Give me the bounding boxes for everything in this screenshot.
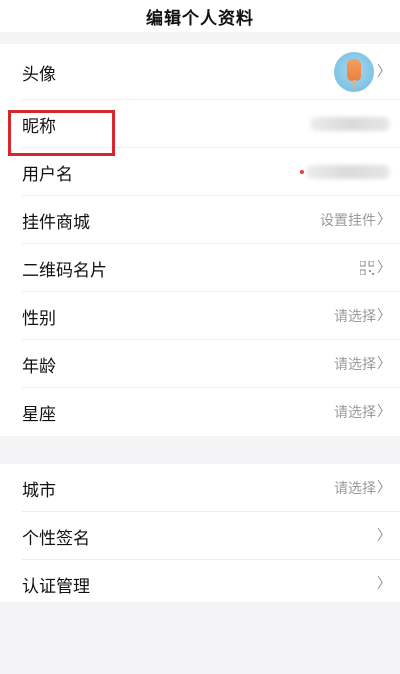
avatar-stick [353,80,356,89]
page-title: 编辑个人资料 [146,8,254,29]
chevron-right-icon: 〉 [377,212,391,228]
username-label: 用户名 [22,164,73,185]
gender-row[interactable]: 性别 请选择 〉 [0,292,400,340]
age-value: 请选择 [334,357,376,373]
section-gap [0,32,400,44]
nickname-label: 昵称 [22,116,56,137]
nickname-row[interactable]: 昵称 [0,100,400,148]
red-dot [300,170,304,174]
username-value-blurred [306,165,390,179]
qr-card-label: 二维码名片 [22,260,107,281]
pendant-store-value: 设置挂件 [320,213,376,229]
qr-card-row[interactable]: 二维码名片 〉 [0,244,400,292]
signature-label: 个性签名 [22,528,90,549]
city-label: 城市 [22,480,56,501]
extra-section: 城市 请选择 〉 个性签名 〉 认证管理 〉 [0,464,400,608]
chevron-right-icon: 〉 [377,528,391,544]
title-bar: 编辑个人资料 [0,0,400,32]
chevron-right-icon: 〉 [377,404,391,420]
profile-section: 头像 〉 昵称 用户名 挂件商城 设置挂件 〉 二维码名片 〉 性别 请选择 〉… [0,44,400,436]
chevron-right-icon: 〉 [377,480,391,496]
constellation-row[interactable]: 星座 请选择 〉 [0,388,400,436]
city-value: 请选择 [334,481,376,497]
signature-row[interactable]: 个性签名 〉 [0,512,400,560]
chevron-right-icon: 〉 [377,64,391,80]
gender-value: 请选择 [334,309,376,325]
pendant-store-label: 挂件商城 [22,212,90,233]
verification-row[interactable]: 认证管理 〉 [0,560,400,608]
chevron-right-icon: 〉 [377,260,391,276]
pendant-store-row[interactable]: 挂件商城 设置挂件 〉 [0,196,400,244]
avatar-row[interactable]: 头像 〉 [0,44,400,100]
qr-code-icon [360,261,374,275]
chevron-right-icon: 〉 [377,576,391,592]
constellation-value: 请选择 [334,405,376,421]
avatar-label: 头像 [22,64,56,85]
chevron-right-icon: 〉 [377,356,391,372]
city-row[interactable]: 城市 请选择 〉 [0,464,400,512]
gender-label: 性别 [22,308,56,329]
chevron-right-icon: 〉 [377,308,391,324]
verification-label: 认证管理 [22,576,90,597]
age-row[interactable]: 年龄 请选择 〉 [0,340,400,388]
constellation-label: 星座 [22,404,56,425]
username-row[interactable]: 用户名 [0,148,400,196]
bottom-area [0,602,400,674]
avatar[interactable] [334,52,374,92]
avatar-figure [347,59,361,81]
nickname-value-blurred [310,117,390,131]
age-label: 年龄 [22,356,56,377]
